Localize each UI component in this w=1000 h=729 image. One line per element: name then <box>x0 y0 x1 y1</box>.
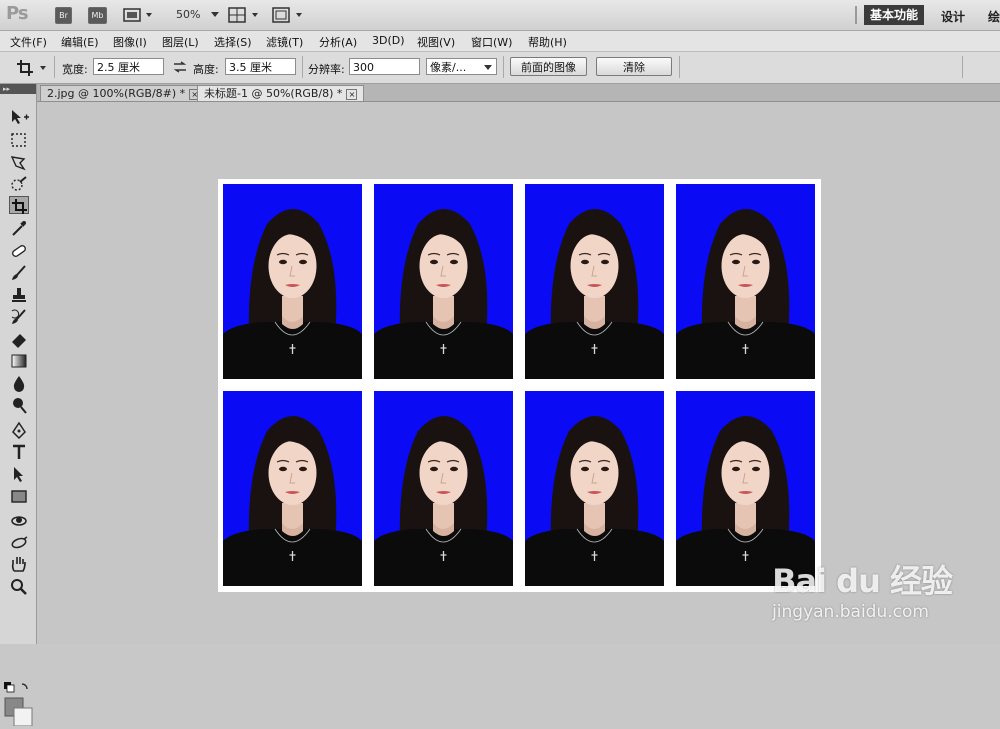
menu-bar: 文件(F) 编辑(E) 图像(I) 图层(L) 选择(S) 滤镜(T) 分析(A… <box>0 31 1000 52</box>
dodge-tool-icon[interactable] <box>9 396 29 414</box>
resolution-unit-value: 像素/... <box>430 61 467 74</box>
film-icon <box>123 8 152 22</box>
tab-label: 未标题-1 @ 50%(RGB/8) * <box>204 87 343 100</box>
resolution-label: 分辨率: <box>308 63 345 76</box>
menu-filter[interactable]: 滤镜(T) <box>266 34 303 50</box>
menu-image[interactable]: 图像(I) <box>113 34 147 50</box>
menu-window[interactable]: 窗口(W) <box>471 34 512 50</box>
id-photo <box>223 184 362 379</box>
blur-tool-icon[interactable] <box>9 374 29 392</box>
menu-analysis[interactable]: 分析(A) <box>319 34 357 50</box>
tab-2-jpg[interactable]: 2.jpg @ 100%(RGB/8#) * × <box>40 85 208 101</box>
width-label: 宽度: <box>62 63 88 76</box>
quick-selection-tool-icon[interactable] <box>9 175 29 193</box>
menu-select[interactable]: 选择(S) <box>214 34 252 50</box>
zoom-level-dropdown[interactable]: 50% <box>176 8 220 21</box>
bridge-button[interactable]: Br <box>55 7 72 24</box>
tools-panel-collapse-handle[interactable]: ▸▸ <box>0 84 36 94</box>
id-photo <box>374 391 513 586</box>
arrange-documents-icon <box>228 7 258 23</box>
divider <box>54 56 55 78</box>
3d-rotate-tool-icon[interactable] <box>9 511 29 529</box>
front-image-button[interactable]: 前面的图像 <box>510 57 587 76</box>
brush-tool-icon[interactable] <box>9 264 29 282</box>
id-photo <box>676 184 815 379</box>
clone-stamp-tool-icon[interactable] <box>9 286 29 304</box>
tab-untitled-1[interactable]: 未标题-1 @ 50%(RGB/8) * × <box>197 85 365 101</box>
workspace-design[interactable]: 设计 <box>941 8 965 25</box>
screen-mode-icon <box>272 7 302 23</box>
id-photo <box>223 391 362 586</box>
crop-tool-icon[interactable] <box>9 196 29 214</box>
divider <box>962 56 963 78</box>
path-selection-tool-icon[interactable] <box>9 465 29 483</box>
view-extras-dropdown[interactable] <box>123 7 155 26</box>
eyedropper-tool-icon[interactable] <box>9 219 29 237</box>
photoshop-logo: Ps <box>6 3 29 24</box>
id-photo <box>525 184 664 379</box>
crop-icon <box>17 60 46 76</box>
watermark-url: jingyan.baidu.com <box>772 602 929 622</box>
tools-panel: ▸▸ <box>0 84 37 727</box>
workspace-essentials[interactable]: 基本功能 <box>864 5 924 25</box>
healing-brush-tool-icon[interactable] <box>9 242 29 260</box>
3d-orbit-tool-icon[interactable] <box>9 533 29 551</box>
move-tool-icon[interactable] <box>9 108 29 126</box>
mini-bridge-button[interactable]: Mb <box>88 7 107 24</box>
height-label: 高度: <box>193 63 219 76</box>
divider <box>855 6 857 24</box>
marquee-tool-icon[interactable] <box>9 131 29 149</box>
document-canvas[interactable] <box>218 179 821 592</box>
id-photo <box>525 391 664 586</box>
tab-label: 2.jpg @ 100%(RGB/8#) * <box>47 87 186 100</box>
zoom-tool-icon[interactable] <box>9 577 29 595</box>
swap-icon <box>173 61 187 73</box>
clear-button[interactable]: 清除 <box>596 57 672 76</box>
application-bar: Ps Br Mb 50% 基本功能 设计 绘 <box>0 0 1000 31</box>
divider <box>302 56 303 78</box>
close-icon[interactable]: × <box>346 88 358 100</box>
eraser-tool-icon[interactable] <box>9 330 29 348</box>
lasso-tool-icon[interactable] <box>9 153 29 171</box>
crop-tool-preset-picker[interactable] <box>16 59 50 80</box>
chevron-down-icon <box>484 65 492 70</box>
color-swatches[interactable] <box>4 682 34 729</box>
width-field[interactable]: 2.5 厘米 <box>93 58 164 75</box>
arrange-documents-dropdown[interactable] <box>228 7 262 26</box>
type-tool-icon[interactable] <box>9 443 29 461</box>
resolution-unit-select[interactable]: 像素/... <box>426 58 497 75</box>
document-tab-bar: 2.jpg @ 100%(RGB/8#) * × 未标题-1 @ 50%(RGB/… <box>37 84 1000 102</box>
chevron-down-icon <box>210 12 219 17</box>
zoom-level: 50% <box>176 8 201 21</box>
gradient-tool-icon[interactable] <box>9 352 29 370</box>
menu-view[interactable]: 视图(V) <box>417 34 455 50</box>
baidu-watermark: Bai du 经验 jingyan.baidu.com <box>772 556 953 622</box>
resolution-field[interactable]: 300 <box>349 58 420 75</box>
history-brush-tool-icon[interactable] <box>9 308 29 326</box>
menu-edit[interactable]: 编辑(E) <box>61 34 99 50</box>
options-bar: 宽度: 2.5 厘米 高度: 3.5 厘米 分辨率: 300 像素/... 前面… <box>0 52 1000 84</box>
pen-tool-icon[interactable] <box>9 421 29 440</box>
watermark-brand: Bai du 经验 <box>772 562 953 600</box>
hand-tool-icon[interactable] <box>9 555 29 573</box>
id-photo <box>374 184 513 379</box>
screen-mode-dropdown[interactable] <box>272 7 306 26</box>
foreground-background-color-icon <box>4 682 33 727</box>
workspace-painting[interactable]: 绘 <box>988 8 1000 25</box>
menu-layer[interactable]: 图层(L) <box>162 34 199 50</box>
swap-dimensions-button[interactable] <box>173 61 187 76</box>
height-field[interactable]: 3.5 厘米 <box>225 58 296 75</box>
divider <box>679 56 680 78</box>
rectangle-tool-icon[interactable] <box>9 487 29 505</box>
menu-3d[interactable]: 3D(D) <box>372 34 405 47</box>
menu-file[interactable]: 文件(F) <box>10 34 47 50</box>
divider <box>503 56 504 78</box>
menu-help[interactable]: 帮助(H) <box>528 34 567 50</box>
